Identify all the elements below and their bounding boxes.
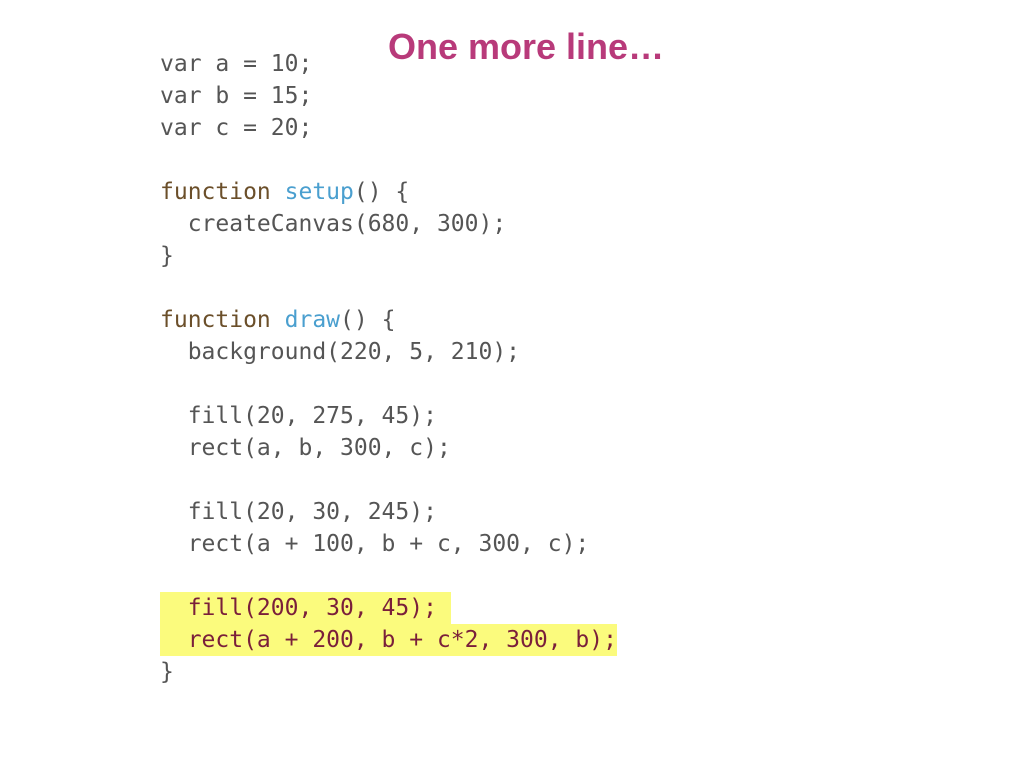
code-line-draw-close: } (160, 659, 174, 685)
code-line-var-a: var a = 10; (160, 51, 313, 77)
function-keyword: function (160, 307, 271, 333)
code-line-setup-signature: function setup() { (160, 176, 617, 208)
code-signature-rest: () { (353, 179, 410, 205)
code-line-fill-blue: fill(20, 30, 245); (160, 499, 437, 525)
code-line-var-b: var b = 15; (160, 83, 313, 109)
highlighted-code-line-rect-third: rect(a + 200, b + c*2, 300, b); (160, 624, 617, 656)
code-line-rect-first: rect(a, b, 300, c); (160, 435, 451, 461)
highlighted-code-line-fill-red: fill(200, 30, 45); (160, 592, 451, 624)
code-line-setup-close: } (160, 243, 174, 269)
draw-function-name: draw (284, 307, 341, 333)
setup-function-name: setup (284, 179, 354, 205)
code-line-fill-green: fill(20, 275, 45); (160, 403, 437, 429)
code-line-draw-signature: function draw() { (160, 304, 617, 336)
function-keyword: function (160, 179, 271, 205)
code-block: var a = 10; var b = 15; var c = 20; func… (160, 48, 617, 688)
code-line-rect-second: rect(a + 100, b + c, 300, c); (160, 531, 590, 557)
code-signature-rest: () { (340, 307, 396, 333)
code-line-create-canvas: createCanvas(680, 300); (160, 211, 507, 237)
slide: One more line… var a = 10; var b = 15; v… (0, 0, 1024, 768)
code-line-background: background(220, 5, 210); (160, 339, 521, 365)
code-line-var-c: var c = 20; (160, 115, 313, 141)
